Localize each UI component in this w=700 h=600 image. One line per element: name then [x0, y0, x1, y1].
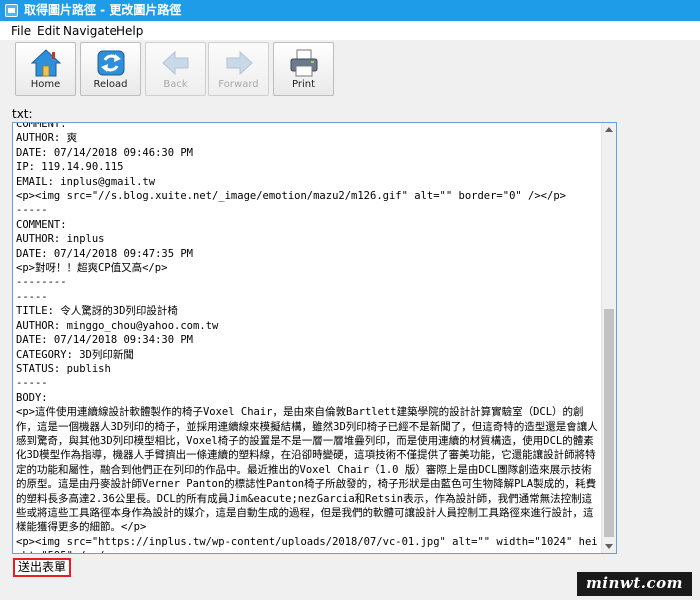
text-line: -----: [16, 204, 48, 217]
vertical-scrollbar[interactable]: [601, 123, 616, 553]
text-line: DATE: 07/14/2018 09:47:35 PM: [16, 247, 194, 260]
reload-label: Reload: [93, 79, 128, 90]
text-line: --------: [16, 276, 67, 289]
txt-label: txt:: [12, 107, 33, 121]
menu-file[interactable]: File: [11, 22, 31, 40]
back-label: Back: [163, 79, 188, 90]
text-line: TITLE: 令人驚訝的3D列印設計椅: [16, 305, 178, 318]
text-line: -----: [16, 377, 48, 390]
text-line: BODY:: [16, 391, 48, 404]
text-line: -----: [16, 290, 48, 303]
textarea-content: COMMENT: AUTHOR: 爽 DATE: 07/14/2018 09:4…: [16, 122, 601, 553]
app-icon: [5, 4, 18, 17]
reload-icon: [97, 50, 125, 76]
forward-button[interactable]: Forward: [208, 42, 269, 96]
text-line: COMMENT:: [16, 122, 67, 130]
print-button[interactable]: Print: [273, 42, 334, 96]
text-line: CATEGORY: 3D列印新聞: [16, 348, 134, 361]
home-button[interactable]: Home: [15, 42, 76, 96]
menu-navigate[interactable]: Navigate: [63, 22, 117, 40]
reload-button[interactable]: Reload: [80, 42, 141, 96]
submit-form-button[interactable]: 送出表單: [13, 558, 71, 577]
scroll-down-arrow-icon[interactable]: [605, 544, 613, 549]
text-line: AUTHOR: minggo_chou@yahoo.com.tw: [16, 319, 219, 332]
print-label: Print: [291, 79, 315, 90]
menu-help[interactable]: Help: [116, 22, 143, 40]
forward-arrow-icon: [226, 50, 253, 76]
printer-icon: [290, 49, 318, 77]
menu-edit[interactable]: Edit: [37, 22, 60, 40]
text-line: AUTHOR: 爽: [16, 132, 78, 145]
txt-textarea[interactable]: COMMENT: AUTHOR: 爽 DATE: 07/14/2018 09:4…: [12, 122, 617, 554]
back-arrow-icon: [162, 50, 189, 76]
text-line: DATE: 07/14/2018 09:46:30 PM: [16, 146, 194, 159]
window-title: 取得圖片路徑 - 更改圖片路徑: [24, 3, 182, 17]
text-line: STATUS: publish: [16, 362, 111, 375]
toolbar: Home Reload Back Forward Print: [0, 40, 700, 98]
scroll-up-arrow-icon[interactable]: [605, 127, 613, 132]
home-icon: [30, 49, 62, 77]
text-line: <p>這件使用連續線設計軟體製作的椅子Voxel Chair，是由來自倫敦Bar…: [16, 406, 598, 534]
scrollbar-thumb[interactable]: [604, 309, 614, 537]
text-line: IP: 119.14.90.115: [16, 161, 124, 174]
text-line: EMAIL: inplus@gmail.tw: [16, 175, 156, 188]
text-line: AUTHOR: inplus: [16, 233, 105, 246]
text-line: <p><img src="https://inplus.tw/wp-conten…: [16, 535, 598, 553]
text-line: <p>對呀！！超爽CP值又高</p>: [16, 262, 168, 275]
text-line: DATE: 07/14/2018 09:34:30 PM: [16, 334, 194, 347]
title-bar: 取得圖片路徑 - 更改圖片路徑: [0, 0, 700, 21]
home-label: Home: [30, 79, 61, 90]
back-button[interactable]: Back: [145, 42, 206, 96]
text-line: <p><img src="//s.blog.xuite.net/_image/e…: [16, 190, 566, 203]
text-line: COMMENT:: [16, 218, 67, 231]
menu-bar: File Edit Navigate Help: [0, 22, 700, 41]
forward-label: Forward: [218, 79, 259, 90]
watermark-logo: minwt.com: [576, 572, 692, 596]
